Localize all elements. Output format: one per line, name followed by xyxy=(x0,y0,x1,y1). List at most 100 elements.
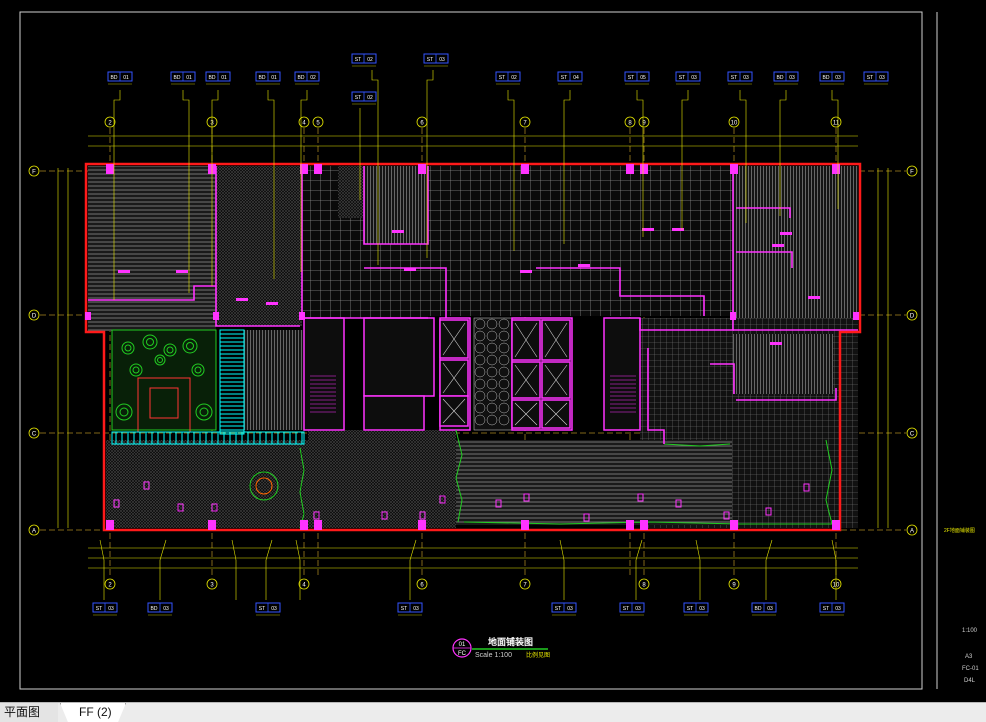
grid-bubble-row: A xyxy=(28,524,40,536)
svg-text:ST: ST xyxy=(823,606,829,612)
grid-label: 8 xyxy=(628,121,632,127)
svg-text:BD: BD xyxy=(209,75,216,81)
layout-tab-bar: 平面图 FF (2) xyxy=(0,702,986,722)
grid-bubble-bottom: 8 xyxy=(638,578,650,590)
grid-bubble-bottom: 2 xyxy=(104,578,116,590)
grid-label: D xyxy=(910,314,915,320)
svg-text:02: 02 xyxy=(310,75,316,81)
svg-text:BD: BD xyxy=(111,75,118,81)
grid-bubble-row: A xyxy=(906,524,918,536)
svg-text:01: 01 xyxy=(271,75,277,81)
grid-bubble-top: 6 xyxy=(416,116,428,128)
material-callout: BD 01 xyxy=(255,71,281,85)
grid-label: F xyxy=(32,170,36,176)
svg-text:03: 03 xyxy=(108,606,114,612)
title-block-rev: D4L xyxy=(964,678,976,684)
svg-text:03: 03 xyxy=(767,606,773,612)
grid-label: A xyxy=(32,529,36,535)
grid-bubble-bottom: 6 xyxy=(416,578,428,590)
grid-label: C xyxy=(910,432,915,438)
grid-bubble-top: 4 xyxy=(298,116,310,128)
floor-areas xyxy=(88,166,858,528)
tab-layout-ff2[interactable]: FF (2) xyxy=(60,703,126,722)
grid-bubble-top: 11 xyxy=(830,116,842,128)
svg-text:ST: ST xyxy=(679,75,685,81)
material-callout: ST 05 xyxy=(624,71,650,85)
svg-text:03: 03 xyxy=(567,606,573,612)
grid-label: 3 xyxy=(210,121,214,127)
scale-text: Scale 1:100 xyxy=(475,652,512,659)
svg-text:BD: BD xyxy=(298,75,305,81)
svg-text:03: 03 xyxy=(789,75,795,81)
grid-bubble-row: D xyxy=(906,309,918,321)
grid-label: 3 xyxy=(210,583,214,589)
grid-bubble-top: 2 xyxy=(104,116,116,128)
grid-label: 10 xyxy=(731,121,738,127)
svg-text:03: 03 xyxy=(635,606,641,612)
grid-label: A xyxy=(910,529,914,535)
svg-text:ST: ST xyxy=(628,75,634,81)
svg-text:ST: ST xyxy=(259,606,265,612)
grid-label: 9 xyxy=(732,583,736,589)
material-callout: ST 03 xyxy=(727,71,753,85)
title-block-size: A3 xyxy=(965,654,973,660)
drawing-title: 地面铺装图 xyxy=(488,636,533,647)
material-callout: BD 02 xyxy=(294,71,320,85)
material-callout: BD 03 xyxy=(819,71,845,85)
material-callout: ST 02 xyxy=(495,71,521,85)
drawing-title-block: 01 FC 地面铺装图 Scale 1:100 比例见图 xyxy=(452,636,550,659)
material-callout: BD 03 xyxy=(147,602,173,616)
grid-bubble-row: C xyxy=(28,427,40,439)
tab-model[interactable]: 平面图 xyxy=(0,703,58,722)
svg-text:03: 03 xyxy=(439,57,445,63)
grid-bubble-row: F xyxy=(28,165,40,177)
drawing-canvas[interactable]: 2 3 4 5 6 7 8 9 10 11 2 3 4 6 7 8 9 10 F F D D C C A A xyxy=(0,0,986,702)
svg-text:BD: BD xyxy=(823,75,830,81)
grid-bubble-bottom: 4 xyxy=(298,578,310,590)
grid-label: 2 xyxy=(108,583,112,589)
material-callout: ST 04 xyxy=(557,71,583,85)
svg-text:03: 03 xyxy=(691,75,697,81)
svg-text:03: 03 xyxy=(879,75,885,81)
svg-text:03: 03 xyxy=(271,606,277,612)
material-callout: BD 01 xyxy=(170,71,196,85)
material-callout: ST 02 xyxy=(351,91,377,105)
grid-bubble-row: F xyxy=(906,165,918,177)
svg-text:ST: ST xyxy=(867,75,873,81)
material-callout: ST 03 xyxy=(819,602,845,616)
material-callout: BD 01 xyxy=(205,71,231,85)
svg-text:ST: ST xyxy=(401,606,407,612)
grid-bubble-bottom: 9 xyxy=(728,578,740,590)
side-note: 2F地面铺装图 xyxy=(944,527,975,534)
material-callout: ST 03 xyxy=(255,602,281,616)
material-callout: BD 03 xyxy=(751,602,777,616)
grid-bubble-top: 5 xyxy=(312,116,324,128)
svg-text:ST: ST xyxy=(731,75,737,81)
svg-text:03: 03 xyxy=(743,75,749,81)
svg-text:BD: BD xyxy=(151,606,158,612)
callouts-top: BD 01 BD 01 BD 01 BD 01 BD 02 ST 02 ST 03 ST 02 ST 04 ST 05… xyxy=(107,53,889,105)
grid-label: F xyxy=(910,170,914,176)
grid-label: 7 xyxy=(523,583,527,589)
title-block-scale: 1:100 xyxy=(962,628,978,634)
grid-label: 4 xyxy=(302,583,306,589)
svg-text:BD: BD xyxy=(777,75,784,81)
svg-text:03: 03 xyxy=(413,606,419,612)
grid-label: 10 xyxy=(833,583,840,589)
material-callout: BD 03 xyxy=(773,71,799,85)
svg-text:01: 01 xyxy=(123,75,129,81)
grid-bubble-top: 7 xyxy=(519,116,531,128)
material-callout: ST 02 xyxy=(351,53,377,67)
detail-number: 01 xyxy=(459,642,466,648)
floor-plan-drawing[interactable]: 2 3 4 5 6 7 8 9 10 112 3 4 6 7 8 9 10F FD DC CA A xyxy=(0,0,986,702)
grid-bubble-top: 9 xyxy=(638,116,650,128)
svg-text:05: 05 xyxy=(640,75,646,81)
svg-text:03: 03 xyxy=(699,606,705,612)
grid-label: 4 xyxy=(302,121,306,127)
grid-label: 2 xyxy=(108,121,112,127)
svg-text:02: 02 xyxy=(367,95,373,101)
material-callout: ST 03 xyxy=(863,71,889,85)
svg-text:01: 01 xyxy=(186,75,192,81)
material-callout: ST 03 xyxy=(675,71,701,85)
material-callout: ST 03 xyxy=(551,602,577,616)
